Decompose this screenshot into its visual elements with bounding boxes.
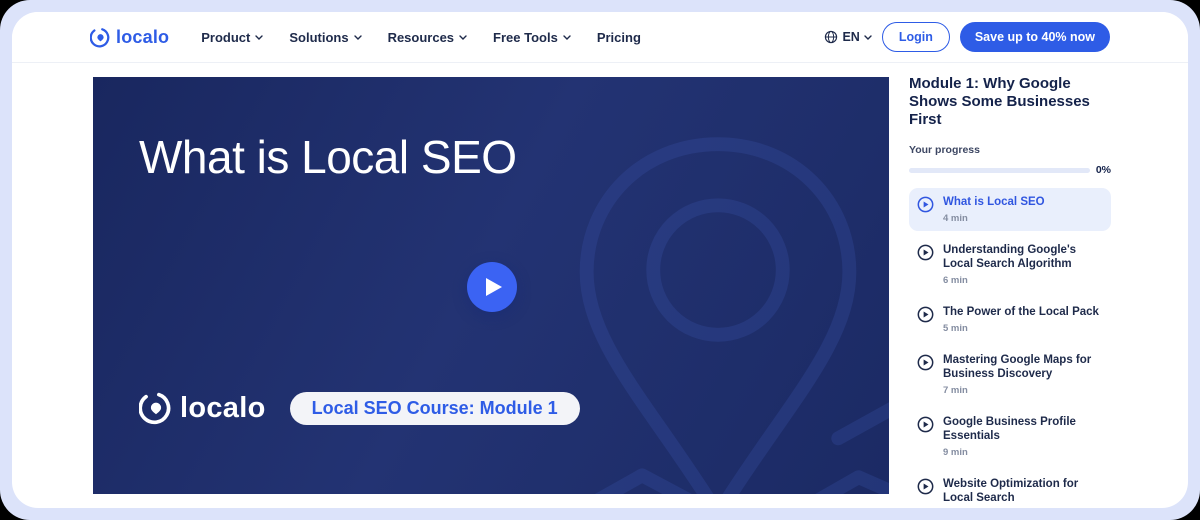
- course-sidebar: Module 1: Why Google Shows Some Business…: [909, 63, 1111, 508]
- chevron-down-icon: [459, 35, 467, 40]
- module-title: Module 1: Why Google Shows Some Business…: [909, 75, 1111, 129]
- lesson-item-6[interactable]: Website Optimization for Local Search 13…: [909, 470, 1111, 508]
- lesson-item-4[interactable]: Mastering Google Maps for Business Disco…: [909, 346, 1111, 403]
- nav-label: Resources: [388, 30, 454, 45]
- lesson-duration: 4 min: [943, 213, 1045, 224]
- video-localo-logo-text: localo: [180, 392, 266, 425]
- language-code: EN: [842, 30, 859, 44]
- chevron-down-icon: [563, 35, 571, 40]
- language-selector[interactable]: EN: [824, 30, 871, 44]
- lesson-title: The Power of the Local Pack: [943, 305, 1099, 319]
- localo-logo[interactable]: localo: [90, 27, 169, 48]
- localo-logo-text: localo: [116, 27, 169, 48]
- play-circle-icon: [917, 478, 934, 495]
- localo-logo-icon: [139, 391, 173, 425]
- map-pin-watermark: [533, 129, 889, 494]
- play-circle-icon: [917, 354, 934, 371]
- video-player[interactable]: What is Local SEO localo Local SEO Cours…: [93, 77, 889, 494]
- lesson-duration: 9 min: [943, 447, 1103, 458]
- globe-icon: [824, 30, 838, 44]
- lesson-duration: 7 min: [943, 385, 1103, 396]
- video-title: What is Local SEO: [139, 127, 579, 187]
- lesson-item-3[interactable]: The Power of the Local Pack 5 min: [909, 298, 1111, 341]
- play-circle-icon: [917, 416, 934, 433]
- video-footer: localo Local SEO Course: Module 1: [139, 391, 580, 425]
- nav-label: Solutions: [289, 30, 348, 45]
- localo-logo-icon: [90, 27, 111, 48]
- header-right: EN Login Save up to 40% now: [824, 22, 1110, 52]
- play-circle-icon: [917, 244, 934, 261]
- lesson-title: What is Local SEO: [943, 195, 1045, 209]
- play-button[interactable]: [467, 262, 517, 312]
- lesson-item-5[interactable]: Google Business Profile Essentials 9 min: [909, 408, 1111, 465]
- main-nav: Product Solutions Resources Free Tools P…: [201, 30, 641, 45]
- chevron-down-icon: [255, 35, 263, 40]
- chevron-down-icon: [864, 35, 872, 40]
- lesson-title: Mastering Google Maps for Business Disco…: [943, 353, 1103, 381]
- play-circle-icon: [917, 306, 934, 323]
- top-navbar: localo Product Solutions Resources Free …: [12, 12, 1188, 63]
- progress-label: Your progress: [909, 144, 1111, 156]
- course-module-badge: Local SEO Course: Module 1: [290, 392, 580, 425]
- lesson-title: Website Optimization for Local Search: [943, 477, 1103, 505]
- lesson-title: Understanding Google's Local Search Algo…: [943, 243, 1103, 271]
- progress-value: 0%: [1096, 164, 1111, 176]
- nav-label: Free Tools: [493, 30, 558, 45]
- lesson-item-1[interactable]: What is Local SEO 4 min: [909, 188, 1111, 231]
- lesson-duration: 6 min: [943, 275, 1103, 286]
- progress-row: 0%: [909, 164, 1111, 176]
- nav-label: Product: [201, 30, 250, 45]
- video-localo-logo: localo: [139, 391, 266, 425]
- nav-item-solutions[interactable]: Solutions: [289, 30, 361, 45]
- lesson-title: Google Business Profile Essentials: [943, 415, 1103, 443]
- lesson-list: What is Local SEO 4 min Understanding Go…: [909, 188, 1111, 508]
- promo-cta-button[interactable]: Save up to 40% now: [960, 22, 1110, 52]
- nav-item-pricing[interactable]: Pricing: [597, 30, 641, 45]
- nav-item-product[interactable]: Product: [201, 30, 263, 45]
- play-icon: [485, 277, 503, 297]
- nav-label: Pricing: [597, 30, 641, 45]
- lesson-item-2[interactable]: Understanding Google's Local Search Algo…: [909, 236, 1111, 293]
- nav-item-resources[interactable]: Resources: [388, 30, 467, 45]
- page-frame: localo Product Solutions Resources Free …: [0, 0, 1200, 520]
- chevron-down-icon: [354, 35, 362, 40]
- lesson-duration: 5 min: [943, 323, 1099, 334]
- login-button[interactable]: Login: [882, 22, 950, 52]
- nav-item-free-tools[interactable]: Free Tools: [493, 30, 571, 45]
- app-card: localo Product Solutions Resources Free …: [12, 12, 1188, 508]
- progress-bar[interactable]: [909, 168, 1090, 173]
- play-circle-icon: [917, 196, 934, 213]
